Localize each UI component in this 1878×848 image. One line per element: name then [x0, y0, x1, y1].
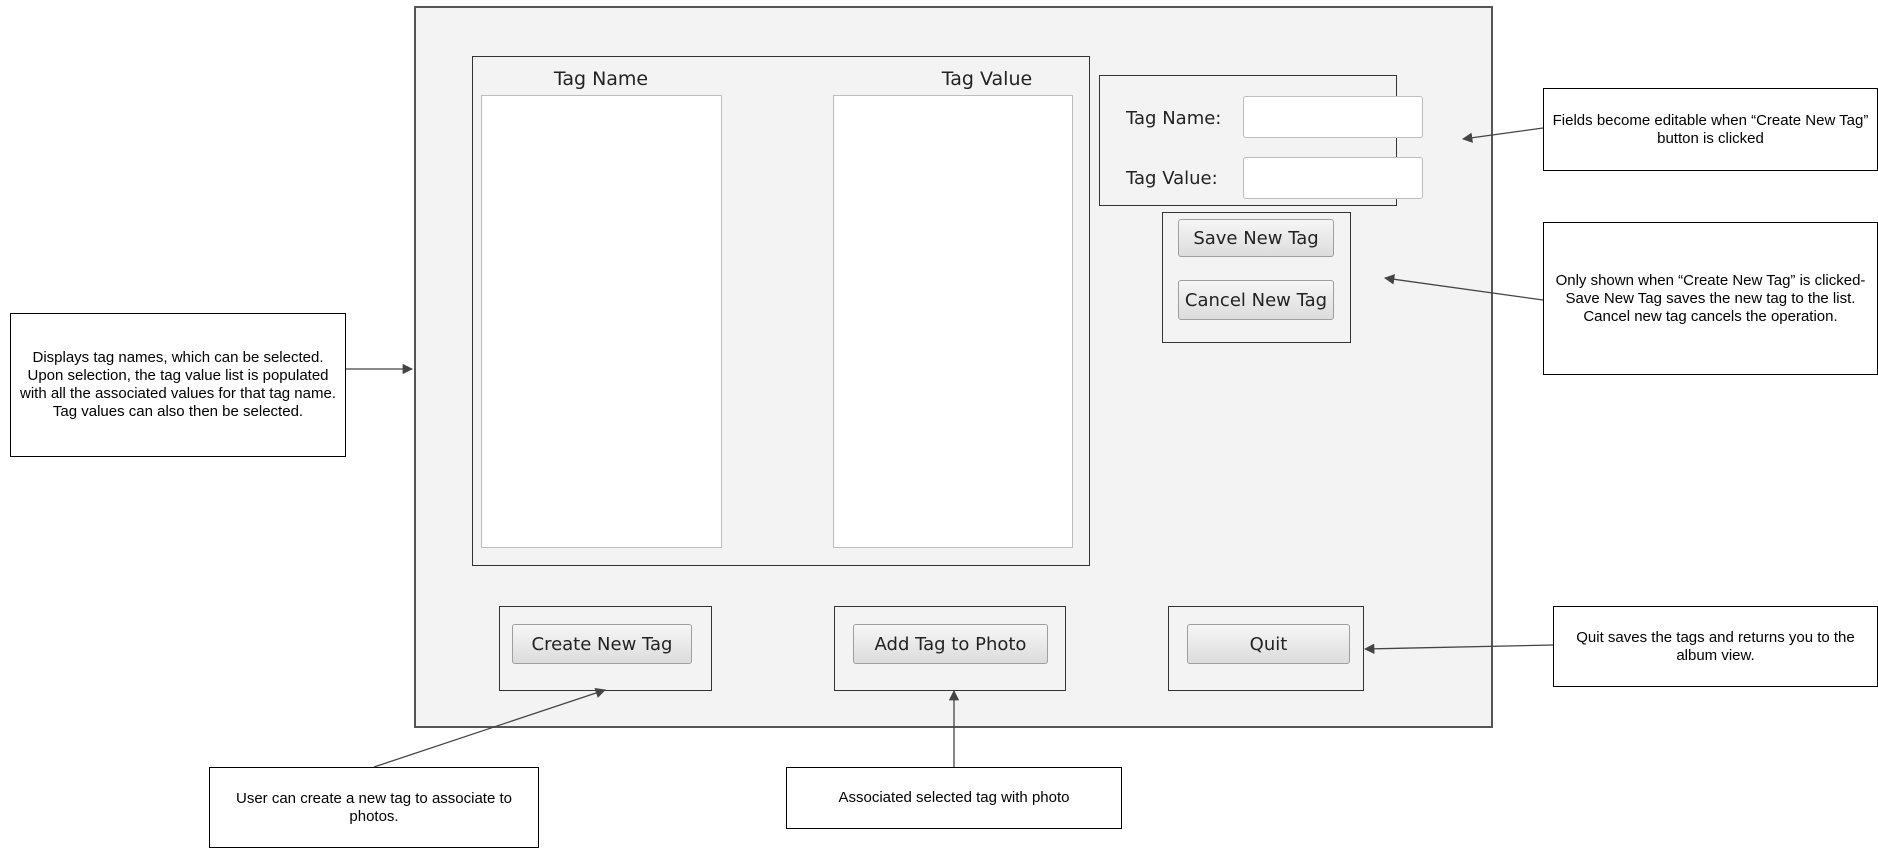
- create-arrow: [373, 688, 606, 768]
- annotation-arrows: [346, 127, 1554, 768]
- save-cancel-arrow: [1383, 274, 1544, 301]
- quit-arrow: [1363, 643, 1554, 654]
- fields-arrow: [1461, 127, 1544, 143]
